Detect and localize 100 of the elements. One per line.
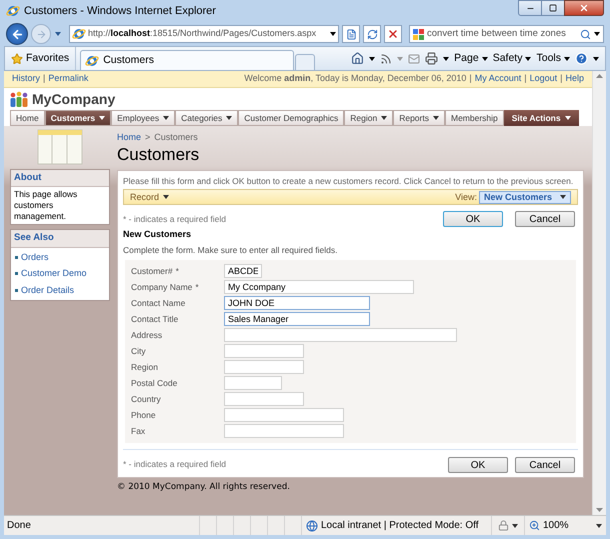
top-link[interactable]: Help [565,72,584,86]
caret-icon [163,195,170,200]
menu-tab[interactable]: Customer Demographics [238,110,344,126]
separator: | [524,72,527,86]
text-field[interactable] [224,376,282,390]
field-label: Region [131,360,158,374]
text-field[interactable] [224,344,304,358]
close-icon [579,3,589,13]
section-title: New Customers [123,228,192,242]
menu-tab[interactable]: Employees [111,110,176,126]
caret-icon [369,56,376,60]
field-label: Contact Title [131,312,178,326]
maximize-button[interactable] [542,0,564,16]
page-icon [346,28,356,40]
text-field[interactable] [224,360,304,374]
back-icon [10,28,24,40]
stop-button[interactable] [384,25,402,43]
browser-icon [85,54,100,68]
view-selector[interactable]: New Customers [478,190,571,204]
favorites-button[interactable]: Favorites [5,47,76,70]
required-mark: * [176,264,179,278]
menu-tab[interactable]: Reports [393,110,445,126]
caret-icon [443,56,450,60]
field-label: Customer# [131,264,173,278]
field-label: Address [131,328,162,342]
text-field[interactable]: My Ccompany [224,280,414,294]
table-icon [37,129,83,165]
top-link[interactable]: Permalink [48,72,88,86]
scrollbar[interactable] [592,71,606,515]
sidebar-link[interactable]: Customer Demo [21,267,87,280]
search-text: convert time between time zones [427,26,566,41]
logo-icon [10,91,28,107]
text-field[interactable] [224,408,344,422]
command-menu[interactable]: Page [454,50,488,66]
text-field[interactable] [224,392,304,406]
history-dropdown[interactable] [54,32,62,36]
field-label: City [131,344,146,358]
cancel-button[interactable]: Cancel [515,456,575,472]
help-icon[interactable] [575,52,588,65]
scroll-down-icon [596,508,603,512]
copyright-text: © 2010 MyCompany. All rights reserved. [117,480,291,494]
logo-text: MyCompany [32,90,116,109]
caret-icon [525,56,532,60]
record-menu[interactable]: Record [130,190,170,204]
sidebar-link[interactable]: Orders [21,250,49,264]
cancel-button[interactable]: Cancel [515,211,575,228]
stop-icon [387,28,399,40]
menu-tab[interactable]: Membership [444,110,504,126]
new-tab-button[interactable] [295,54,316,70]
browser-tab[interactable]: Customers [80,50,294,70]
caret-icon [330,32,336,36]
caret-icon [596,524,602,528]
mail-icon[interactable] [408,52,420,64]
compatibility-button[interactable] [342,25,360,43]
zoom-button[interactable]: 100% [524,516,606,535]
zone-text: Local intranet | Protected Mode: Off [321,519,478,533]
top-link[interactable]: History [12,72,40,86]
ok-button[interactable]: OK [443,211,503,228]
bullet-icon [15,288,18,292]
menu-tab[interactable]: Customers [44,110,112,126]
close-button[interactable] [564,0,604,16]
view-label: View: [455,190,477,204]
maximize-icon [549,4,557,12]
text-field[interactable] [224,424,344,438]
caret-icon [593,56,599,60]
ok-button[interactable]: OK [448,456,508,472]
sidebar-link[interactable]: Order Details [21,284,74,297]
command-menu[interactable]: Tools [536,50,570,66]
text-field[interactable]: Sales Manager [224,312,370,326]
print-icon[interactable] [425,52,438,65]
caret-icon [560,195,566,200]
caret-icon [55,32,61,36]
separator: | [43,72,46,86]
menu-tab[interactable]: Region [344,110,394,126]
menu-tab[interactable]: Categories [175,110,238,126]
field-label: Fax [131,424,146,438]
caret-icon [482,56,488,60]
back-button[interactable] [6,23,28,45]
window-title: Customers - Windows Internet Explorer [24,4,216,19]
text-field[interactable]: JOHN DOE [224,296,370,310]
breadcrumb-link[interactable]: Home [117,131,142,144]
field-label: Company Name [131,280,192,294]
form-description: Please fill this form and click OK button to create a new customers record. Click Cancel to return to the previous screen. [123,174,574,188]
required-mark: * [195,280,199,294]
browser-icon [72,27,86,41]
address-field[interactable]: http://localhost:18515/Northwind/Pages/Customers.aspx [69,25,339,43]
required-note: * - indicates a required field [123,458,226,471]
search-field[interactable]: convert time between time zones [409,25,604,43]
home-icon[interactable] [351,52,364,65]
caret-icon [397,56,404,60]
site-actions-button[interactable]: Site Actions [504,110,579,126]
top-link[interactable]: My Account [474,72,522,86]
top-link[interactable]: Logout [530,72,558,86]
command-menu[interactable]: Safety [492,50,532,66]
refresh-button[interactable] [363,25,381,43]
text-field[interactable] [224,328,457,342]
feeds-icon[interactable] [380,52,392,64]
field-label: Country [131,392,161,406]
menu-tab[interactable]: Home [10,110,45,126]
caret-icon [512,524,518,528]
